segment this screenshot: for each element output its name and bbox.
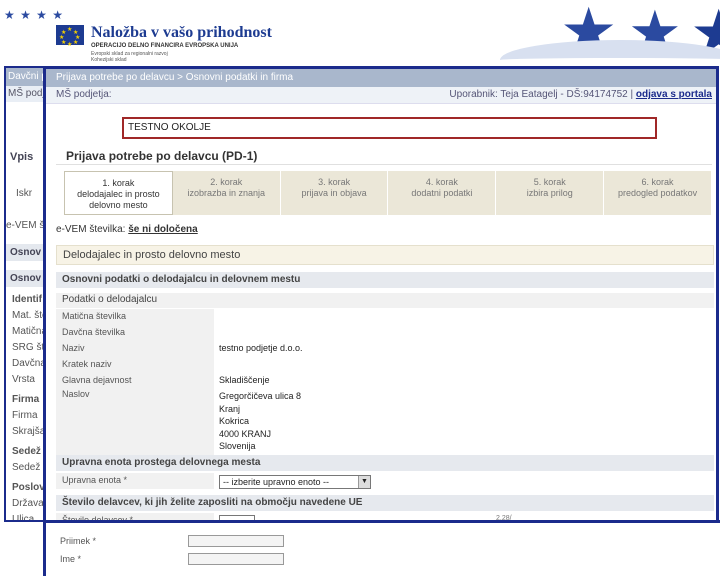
step-label: predogled podatkov [618,188,698,198]
bg-row: Vpis [6,148,46,165]
surname-input[interactable] [188,535,284,547]
company-id-label: MŠ podjetja: [56,89,112,100]
step-3-tab[interactable]: 3. korak prijava in objava [280,171,389,215]
banner-fund2: Kohezijski sklad [91,57,127,63]
workers-panel-header: Število delavcev, ki jih želite zaposlit… [56,495,714,511]
breadcrumb-bar: Prijava potrebe po delavcu > Osnovni pod… [46,69,716,87]
section-header: Delodajalec in prosto delovno mesto [56,245,714,265]
step-4-tab[interactable]: 4. korak dodatni podatki [388,171,497,215]
step-number: 4. korak [425,177,458,187]
step-label-2: delovno mesto [89,200,148,210]
step-1-tab[interactable]: 1. korak delodajalec in prosto delovno m… [64,171,173,215]
step-number: 3. korak [318,177,351,187]
banner-program: OPERACIJO DELNO FINANCIRA EVROPSKA UNIJA [91,43,239,49]
bg-row: Osnov [6,244,46,261]
surname-label: Priimek * [60,536,97,546]
field-row-name: Naziv testno podjetje d.o.o. [56,341,714,357]
field-label: Davčna številka [56,325,214,341]
field-row-registration-number: Matična številka [56,309,714,325]
step-5-tab[interactable]: 5. korak izbira prilog [496,171,605,215]
field-row-admin-unit: Upravna enota * [56,473,714,489]
breadcrumb: Prijava potrebe po delavcu > Osnovni pod… [56,72,294,83]
banner-slogan: Naložba v vašo prihodnost [91,24,272,41]
field-value: Skladiščenje [219,375,270,385]
address-line: Kranj [219,403,241,414]
wizard-steps: 1. korak delodajalec in prosto delovno m… [64,171,712,215]
field-label: Kratek naziv [56,357,214,373]
firstname-label: Ime * [60,554,82,564]
chevron-down-icon[interactable]: ▼ [358,476,370,488]
employer-panel-header: Podatki o delodajalcu [56,293,714,308]
divider [56,164,712,165]
firstname-input[interactable] [188,553,284,565]
field-value: testno podjetje d.o.o. [219,343,303,353]
address-line: Slovenija [219,441,256,451]
user-bar: MŠ podjetja: Uporabnik: Teja Eatagelj - … [46,87,716,104]
banner-swoosh [500,40,720,64]
eu-flag-icon: ★ ★ ★ ★ ★ ★ ★ ★ [56,25,84,48]
field-label: Upravna enota * [56,473,214,489]
step-label: dodatni podatki [411,188,473,198]
lower-form-fragment: 2.28/ Priimek * Ime * [46,515,720,576]
field-row-tax-number: Davčna številka [56,325,714,341]
field-label: Matična številka [56,309,214,325]
evem-value: še ni določena [128,224,198,235]
address-block: Gregorčičeva ulica 8 Kranj Kokrica 4000 … [219,390,301,453]
step-number: 6. korak [641,177,674,187]
address-label: Naslov [56,387,214,455]
eu-banner: ★ ★ ★ ★ ★ ★ ★ ★ ★ ★ ★ ★ Naložba v vašo prihod… [0,0,720,64]
step-2-tab[interactable]: 2. korak izobrazba in znanja [172,171,281,215]
main-window: Prijava potrebe po delavcu > Osnovni pod… [43,66,719,576]
star-row-icon: ★ ★ ★ ★ [4,8,65,22]
unit-panel-header: Upravna enota prostega delovnega mesta [56,455,714,471]
bg-title: Davčni p [8,71,47,82]
step-6-tab[interactable]: 6. korak predogled podatkov [604,171,712,215]
user-text: Uporabnik: Teja Eatagelj - DŠ:94174752 | [449,89,634,100]
step-label: delodajalec in prosto [77,189,160,199]
admin-unit-select[interactable]: -- izberite upravno enoto -- ▼ [219,475,371,489]
evem-number: e-VEM številka: še ni določena [56,224,198,235]
step-label: izbira prilog [526,188,573,198]
subsection-header: Osnovni podatki o delodajalcu in delovne… [56,272,714,288]
step-label: prijava in objava [301,188,367,198]
address-line: 4000 KRANJ [219,428,272,439]
field-row-short-name: Kratek naziv [56,357,714,373]
step-number: 2. korak [210,177,243,187]
bg-row: Osnov [6,270,46,287]
step-number: 5. korak [533,177,566,187]
user-info: Uporabnik: Teja Eatagelj - DŠ:94174752 |… [449,89,712,100]
admin-unit-select-value: -- izberite upravno enoto -- [223,477,330,487]
misc-text: 2.28/ [496,515,512,522]
form-title: Prijava potrebe po delavcu (PD-1) [66,149,258,163]
test-environment-notice: TESTNO OKOLJE [122,117,657,139]
bg-row: e-VEM š [6,220,45,231]
logout-link[interactable]: odjava s portala [636,89,712,100]
address-line: Gregorčičeva ulica 8 [219,391,302,401]
address-line: Kokrica [219,416,250,426]
evem-label: e-VEM številka: [56,224,126,235]
step-label: izobrazba in znanja [187,188,266,198]
step-number: 1. korak [102,178,135,188]
field-label: Naziv [56,341,214,357]
